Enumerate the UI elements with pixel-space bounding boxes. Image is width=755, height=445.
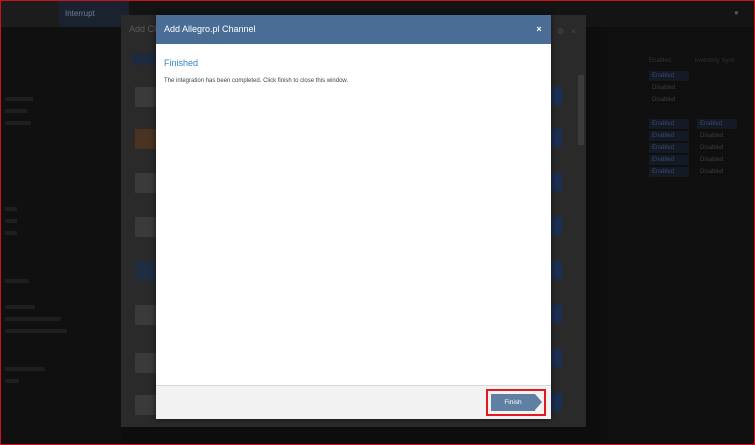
bg-status-cell: Disabled: [652, 85, 676, 91]
finish-button-arrow[interactable]: [535, 394, 542, 410]
bg-status-cell: Disabled: [700, 133, 724, 139]
bg-text-line: [5, 109, 27, 113]
modal-title: Add Allegro.pl Channel: [164, 24, 256, 34]
bg-add-button: [550, 393, 562, 411]
app-tab[interactable]: Interrupt: [59, 1, 129, 27]
bg-col-header: Enabled: [649, 58, 672, 64]
bg-add-button: [550, 173, 562, 191]
bg-text-line: [5, 317, 61, 321]
bg-status-cell: Disabled: [700, 157, 724, 163]
bg-status-cell: Enabled: [649, 143, 689, 153]
background-left-column: [1, 27, 121, 444]
bg-text-line: [5, 379, 19, 383]
bg-status-cell: Enabled: [649, 131, 689, 141]
bg-text-line: [5, 279, 29, 283]
close-icon: ×: [571, 27, 576, 36]
bg-panel-title: Add Ch: [129, 24, 160, 34]
bg-status-cell: Enabled: [649, 155, 689, 165]
add-channel-modal: Add Allegro.pl Channel × Finished The in…: [156, 15, 551, 419]
gear-icon: ⚙: [557, 27, 565, 36]
modal-header: Add Allegro.pl Channel ×: [156, 15, 551, 44]
bg-text-line: [5, 219, 17, 223]
screen-frame: Interrupt ● Add Ch ⚙ × Enabled Inventory…: [0, 0, 755, 445]
bg-add-button: [550, 349, 562, 367]
bg-text-line: [5, 121, 31, 125]
bg-status-cell: Disabled: [700, 169, 724, 175]
bg-status-cell: Enabled: [697, 119, 737, 129]
completion-message: The integration has been completed. Clic…: [164, 78, 349, 84]
bg-status-cell: Enabled: [649, 167, 689, 177]
bg-col-header: Inventory Sync: [695, 58, 735, 64]
bg-add-button: [550, 129, 562, 147]
bg-text-line: [5, 97, 33, 101]
bg-status-cell: Enabled: [649, 71, 689, 81]
modal-footer: Finish: [156, 385, 551, 419]
bg-add-button: [550, 261, 562, 279]
bg-text-line: [5, 207, 17, 211]
background-right-column: Enabled Inventory Sync Enabled Disabled …: [601, 27, 754, 444]
bg-text-line: [5, 231, 17, 235]
bg-text-line: [5, 367, 45, 371]
step-title: Finished: [164, 58, 199, 68]
bg-text-line: [5, 329, 67, 333]
app-brand: [1, 1, 59, 27]
bg-add-button: [550, 217, 562, 235]
bg-text-line: [5, 305, 35, 309]
bg-status-cell: Disabled: [700, 145, 724, 151]
user-icon[interactable]: ●: [734, 9, 744, 17]
close-icon[interactable]: ×: [533, 15, 545, 44]
bg-add-button: [550, 305, 562, 323]
bg-status-cell: Disabled: [652, 97, 676, 103]
bg-scrollbar: [578, 75, 584, 145]
finish-button[interactable]: Finish: [491, 394, 535, 411]
bg-add-button: [550, 87, 562, 105]
bg-status-cell: Enabled: [649, 119, 689, 129]
